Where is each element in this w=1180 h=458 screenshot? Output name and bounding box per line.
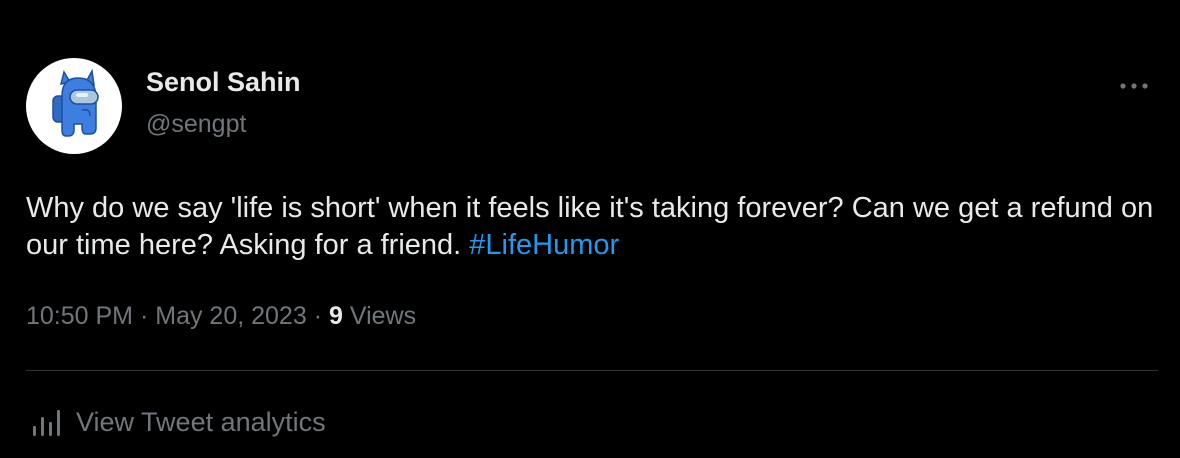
bar-chart-icon xyxy=(33,409,60,436)
avatar[interactable] xyxy=(26,58,122,154)
tweet-meta: 10:50 PM · May 20, 2023 · 9 Views xyxy=(26,302,416,331)
tweet: Senol Sahin @sengpt Why do we say 'life … xyxy=(0,0,1180,458)
divider xyxy=(26,370,1158,371)
tweet-date[interactable]: May 20, 2023 xyxy=(155,302,307,330)
meta-separator: · xyxy=(313,302,323,330)
more-options-button[interactable] xyxy=(1116,72,1152,100)
hashtag-link[interactable]: #LifeHumor xyxy=(469,229,619,261)
more-dots-icon xyxy=(1120,83,1148,89)
meta-separator: · xyxy=(139,302,149,330)
tweet-text: Why do we say 'life is short' when it fe… xyxy=(26,190,1156,264)
view-analytics-link[interactable]: View Tweet analytics xyxy=(26,407,326,438)
tweet-time[interactable]: 10:50 PM xyxy=(26,302,133,330)
views-label: Views xyxy=(349,302,417,330)
author-handle[interactable]: @sengpt xyxy=(146,110,246,139)
views-count: 9 xyxy=(328,302,343,330)
crewmate-avatar-icon xyxy=(52,68,99,137)
author-display-name[interactable]: Senol Sahin xyxy=(146,67,301,98)
analytics-label: View Tweet analytics xyxy=(76,407,326,437)
